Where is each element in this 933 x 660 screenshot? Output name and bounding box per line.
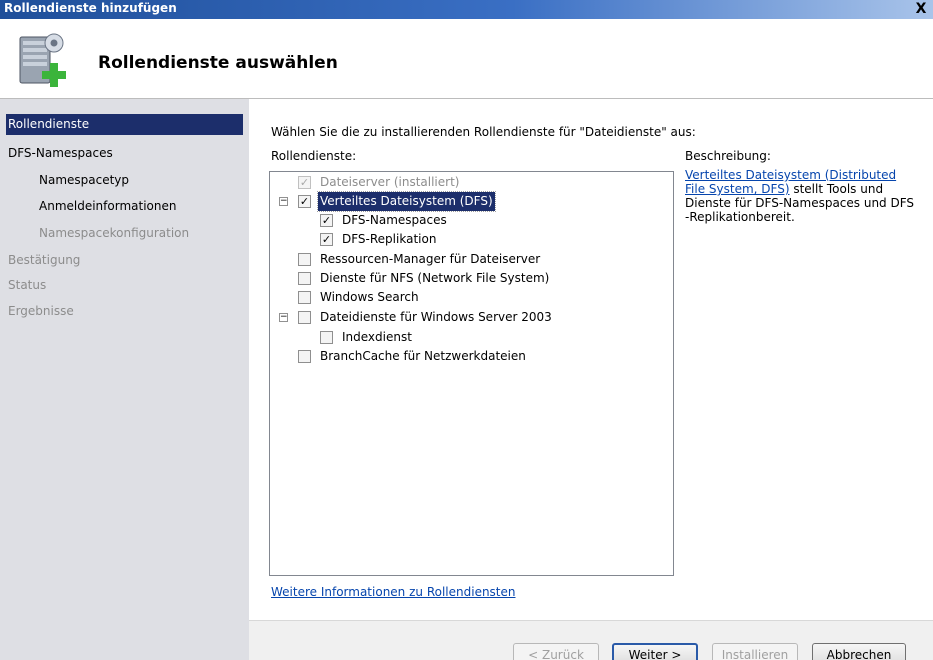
install-button[interactable]: Installieren — [712, 643, 798, 660]
tree-item-dfs-namespaces[interactable]: ✓ DFS-Namespaces — [270, 211, 670, 230]
checkbox-dfs-namespaces[interactable]: ✓ — [320, 214, 333, 227]
nav-item-namespacekonfiguration: Namespacekonfiguration — [39, 226, 190, 240]
tree-label-dfs-namespaces[interactable]: DFS-Namespaces — [340, 211, 449, 230]
tree-label-ressourcen-manager[interactable]: Ressourcen-Manager für Dateiserver — [318, 250, 542, 269]
nav-item-dfs-namespaces[interactable]: DFS-Namespaces — [6, 143, 243, 164]
back-button[interactable]: < Zurück — [513, 643, 599, 660]
collapse-icon[interactable]: − — [279, 197, 288, 206]
server-add-icon — [19, 33, 66, 87]
checkbox-dateiserver: ✓ — [298, 176, 311, 189]
nav-item-rollendienste[interactable]: Rollendienste — [6, 114, 243, 135]
role-services-tree[interactable]: ✓ Dateiserver (installiert) − ✓ Verteilt… — [269, 171, 674, 576]
tree-item-dfs-replikation[interactable]: ✓ DFS-Replikation — [270, 230, 670, 249]
description-label: Beschreibung: — [685, 149, 771, 163]
checkbox-dateidienste-2003[interactable] — [298, 311, 311, 324]
tree-item-dateiserver: ✓ Dateiserver (installiert) — [270, 173, 670, 192]
tree-label-indexdienst[interactable]: Indexdienst — [340, 328, 414, 347]
tree-label-dfs-replikation[interactable]: DFS-Replikation — [340, 230, 438, 249]
checkbox-dfs-replikation[interactable]: ✓ — [320, 233, 333, 246]
title-bar: Rollendienste hinzufügen X — [0, 0, 933, 19]
collapse-icon[interactable]: − — [279, 313, 288, 322]
description-text: Verteiltes Dateisystem (Distributed File… — [685, 168, 915, 224]
tree-item-windows-search[interactable]: Windows Search — [270, 288, 670, 307]
wizard-header: Rollendienste auswählen — [0, 19, 933, 98]
tree-item-dateidienste-2003[interactable]: − Dateidienste für Windows Server 2003 — [270, 308, 670, 327]
nav-item-ergebnisse: Ergebnisse — [8, 304, 74, 318]
checkbox-dfs[interactable]: ✓ — [298, 195, 311, 208]
nav-item-status: Status — [8, 278, 47, 292]
close-icon[interactable]: X — [913, 1, 929, 17]
nav-item-anmeldeinformationen[interactable]: Anmeldeinformationen — [6, 196, 243, 217]
tree-item-nfs[interactable]: Dienste für NFS (Network File System) — [270, 269, 670, 288]
main-panel: Wählen Sie die zu installierenden Rollen… — [249, 99, 933, 620]
tree-label-windows-search[interactable]: Windows Search — [318, 288, 421, 307]
tree-label-nfs[interactable]: Dienste für NFS (Network File System) — [318, 269, 551, 288]
services-label: Rollendienste: — [271, 149, 357, 163]
tree-label-dfs[interactable]: Verteiltes Dateisystem (DFS) — [317, 191, 496, 212]
next-button[interactable]: Weiter > — [612, 643, 698, 660]
wizard-nav: Rollendienste DFS-Namespaces Namespacety… — [0, 99, 249, 660]
tree-item-indexdienst[interactable]: Indexdienst — [270, 328, 670, 347]
checkbox-indexdienst[interactable] — [320, 331, 333, 344]
tree-item-dfs[interactable]: − ✓ Verteiltes Dateisystem (DFS) — [270, 191, 670, 212]
instruction-text: Wählen Sie die zu installierenden Rollen… — [271, 125, 696, 139]
checkbox-branchcache[interactable] — [298, 350, 311, 363]
checkbox-ressourcen-manager[interactable] — [298, 253, 311, 266]
nav-item-bestaetigung: Bestätigung — [8, 253, 81, 267]
window-title: Rollendienste hinzufügen — [4, 1, 177, 15]
page-title: Rollendienste auswählen — [98, 53, 338, 73]
tree-label-branchcache[interactable]: BranchCache für Netzwerkdateien — [318, 347, 528, 366]
checkbox-windows-search[interactable] — [298, 291, 311, 304]
button-bar: < Zurück Weiter > Installieren Abbrechen — [249, 620, 933, 660]
nav-item-namespacetyp[interactable]: Namespacetyp — [6, 170, 243, 191]
checkbox-nfs[interactable] — [298, 272, 311, 285]
tree-label-dateidienste-2003[interactable]: Dateidienste für Windows Server 2003 — [318, 308, 554, 327]
tree-item-branchcache[interactable]: BranchCache für Netzwerkdateien — [270, 347, 670, 366]
tree-label-dateiserver: Dateiserver (installiert) — [320, 175, 460, 189]
cancel-button[interactable]: Abbrechen — [812, 643, 906, 660]
more-info-link[interactable]: Weitere Informationen zu Rollendiensten — [271, 585, 516, 599]
tree-item-ressourcen-manager[interactable]: Ressourcen-Manager für Dateiserver — [270, 250, 670, 269]
